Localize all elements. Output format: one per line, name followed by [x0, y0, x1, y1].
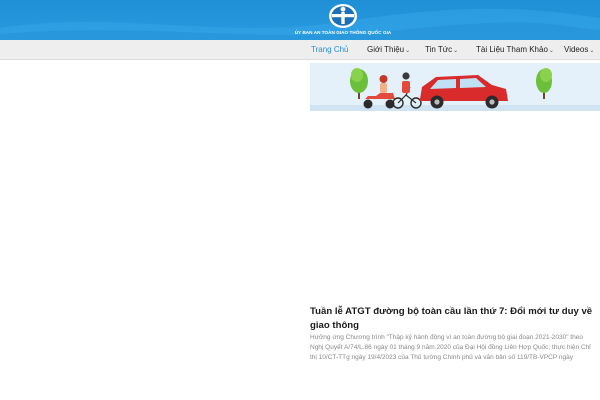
article-excerpt: Hưởng ứng Chương trình "Thập kỷ hành độn… [310, 334, 591, 361]
nav-item-news[interactable]: Tin Tức⌄ [425, 40, 458, 59]
article-title[interactable]: Tuần lễ ATGT đường bộ toàn cầu lần thứ 7… [310, 305, 600, 332]
nav-item-references[interactable]: Tài Liệu Tham Khảo⌄ [476, 40, 554, 59]
nav-item-videos[interactable]: Videos⌄ [564, 40, 594, 59]
nav-item-label: Trang Chủ [311, 45, 349, 54]
main-navbar: Trang Chủ Giới Thiệu⌄ Tin Tức⌄ Tài Liệu … [0, 40, 600, 60]
nav-item-label: Giới Thiệu [367, 45, 405, 54]
chevron-down-icon: ⌄ [405, 48, 411, 54]
org-name: ỦY BAN AN TOÀN GIAO THÔNG QUỐC GIA [294, 30, 392, 35]
site-header: ỦY BAN AN TOÀN GIAO THÔNG QUỐC GIA [0, 0, 600, 40]
article-thumbnail[interactable] [310, 63, 600, 111]
traffic-safety-logo-icon [329, 4, 357, 28]
site-logo[interactable]: ỦY BAN AN TOÀN GIAO THÔNG QUỐC GIA [295, 3, 391, 37]
traffic-illustration [310, 63, 600, 111]
nav-item-label: Videos [564, 45, 589, 54]
chevron-down-icon: ⌄ [548, 48, 554, 54]
nav-item-label: Tin Tức [425, 45, 453, 54]
chevron-down-icon: ⌄ [453, 48, 459, 54]
chevron-down-icon: ⌄ [589, 48, 595, 54]
nav-item-home[interactable]: Trang Chủ [311, 40, 349, 59]
nav-item-about[interactable]: Giới Thiệu⌄ [367, 40, 410, 59]
nav-item-label: Tài Liệu Tham Khảo [476, 45, 548, 54]
